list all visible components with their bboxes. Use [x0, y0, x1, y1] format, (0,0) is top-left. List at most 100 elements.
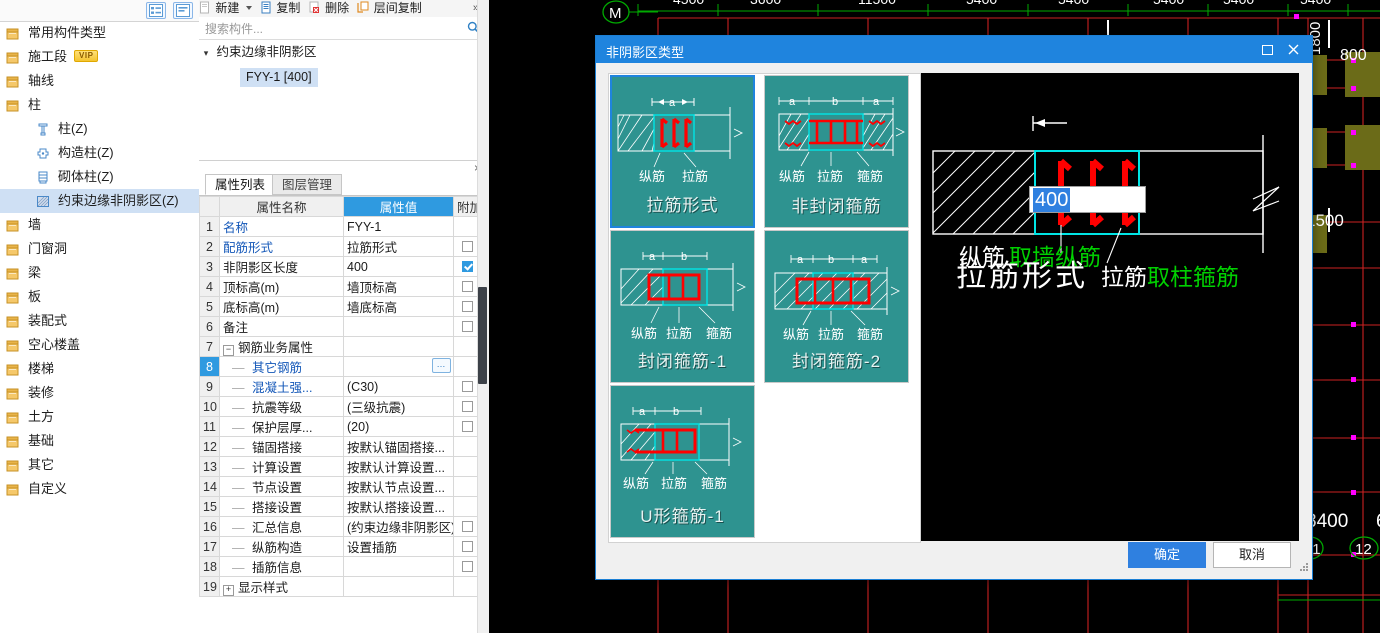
sidebar-item-17[interactable]: 基础 — [0, 429, 199, 453]
table-row[interactable]: 7− 钢筋业务属性 — [199, 336, 481, 357]
property-scrollbar-thumb[interactable] — [478, 287, 487, 384]
tile-fengbi-guijin-2[interactable]: a b a 纵筋 拉筋 箍筋 封闭箍筋-2 — [764, 230, 909, 383]
inter-floor-copy-button[interactable]: 层间复制 — [357, 0, 422, 17]
ok-button[interactable]: 确定 — [1128, 542, 1206, 568]
list-view-icon[interactable] — [146, 2, 166, 19]
sidebar-item-12[interactable]: 装配式 — [0, 309, 199, 333]
table-row[interactable]: 5 底标高(m) 墙底标高 — [199, 296, 481, 317]
component-group-row[interactable]: ▾ 约束边缘非阴影区 — [199, 40, 488, 65]
checkbox-unchecked[interactable] — [462, 561, 473, 572]
row-toggle-icon[interactable]: + — [223, 585, 234, 596]
property-value-cell[interactable]: 墙顶标高 — [343, 276, 454, 297]
sidebar-item-11[interactable]: 板 — [0, 285, 199, 309]
dialog-title-bar[interactable]: 非阴影区类型 — [596, 36, 1312, 63]
property-value-cell[interactable]: (20) — [343, 416, 454, 437]
property-value-cell[interactable]: 拉筋形式 — [343, 236, 454, 257]
table-row[interactable]: 8— 其它钢筋… — [199, 356, 481, 377]
table-row[interactable]: 1 名称 FYY-1 — [199, 216, 481, 237]
sidebar-item-2[interactable]: 轴线 — [0, 69, 199, 93]
sidebar-item-4[interactable]: 柱(Z) — [0, 117, 199, 141]
checkbox-unchecked[interactable] — [462, 301, 473, 312]
component-item-row[interactable]: FYY-1 [400] — [199, 65, 488, 90]
property-value-cell[interactable]: 按默认计算设置... — [343, 456, 454, 477]
checkbox-unchecked[interactable] — [462, 321, 473, 332]
checkbox-unchecked[interactable] — [462, 241, 473, 252]
property-value-cell[interactable] — [343, 556, 454, 577]
sidebar-item-0[interactable]: 常用构件类型 — [0, 21, 199, 45]
checkbox-unchecked[interactable] — [462, 381, 473, 392]
table-row[interactable]: 10— 抗震等级 (三级抗震) — [199, 396, 481, 417]
new-button[interactable]: 新建 — [199, 0, 252, 17]
table-row[interactable]: 14— 节点设置 按默认节点设置... — [199, 476, 481, 497]
sidebar-item-15[interactable]: 装修 — [0, 381, 199, 405]
table-row[interactable]: 2 配筋形式 拉筋形式 — [199, 236, 481, 257]
sidebar-item-3[interactable]: 柱 — [0, 93, 199, 117]
close-icon[interactable] — [1282, 41, 1304, 58]
type-tile-list[interactable]: a 纵筋 拉筋 拉筋形式 a b a 纵筋 拉筋 箍筋 非封闭箍筋 a b 纵筋… — [608, 73, 921, 543]
property-value-cell[interactable]: (C30) — [343, 376, 454, 397]
length-input[interactable]: 400 — [1029, 186, 1146, 213]
chevron-down-icon[interactable] — [245, 6, 252, 10]
property-value-cell[interactable] — [343, 576, 454, 597]
cancel-button[interactable]: 取消 — [1213, 542, 1291, 568]
checkbox-unchecked[interactable] — [462, 281, 473, 292]
component-tree[interactable]: ▾ 约束边缘非阴影区 FYY-1 [400] — [199, 40, 488, 160]
property-value-cell[interactable]: 按默认节点设置... — [343, 476, 454, 497]
sidebar-item-7[interactable]: 约束边缘非阴影区(Z) — [0, 189, 199, 213]
sidebar-item-16[interactable]: 土方 — [0, 405, 199, 429]
property-value-cell[interactable]: (三级抗震) — [343, 396, 454, 417]
row-toggle-icon[interactable]: − — [223, 345, 234, 356]
property-value-cell[interactable]: 墙底标高 — [343, 296, 454, 317]
property-value-cell[interactable]: FYY-1 — [343, 216, 454, 237]
property-tabs[interactable]: 属性列表 图层管理 — [199, 174, 488, 196]
checkbox-unchecked[interactable] — [462, 541, 473, 552]
property-value-cell[interactable]: 400 — [343, 256, 454, 277]
sidebar-item-1[interactable]: 施工段 VIP — [0, 45, 199, 69]
tile-uxing-guijin-1[interactable]: a b 纵筋 拉筋 箍筋 U形箍筋-1 — [610, 385, 755, 538]
sidebar-item-14[interactable]: 楼梯 — [0, 357, 199, 381]
checkbox-unchecked[interactable] — [462, 521, 473, 532]
maximize-icon[interactable] — [1256, 41, 1278, 58]
property-value-cell[interactable]: 按默认搭接设置... — [343, 496, 454, 517]
table-row[interactable]: 3 非阴影区长度 400 — [199, 256, 481, 277]
table-row[interactable]: 4 顶标高(m) 墙顶标高 — [199, 276, 481, 297]
sidebar-item-8[interactable]: 墙 — [0, 213, 199, 237]
type-preview-canvas[interactable]: 纵筋 取墙纵筋 拉筋 取柱箍筋 拉筋形式 — [921, 73, 1299, 541]
sidebar-item-19[interactable]: 自定义 — [0, 477, 199, 501]
property-value-cell[interactable]: (约束边缘非阴影区) — [343, 516, 454, 537]
navigator-tree[interactable]: 常用构件类型 施工段 VIP 轴线柱柱(Z) 构造柱(Z) 砌体柱(Z) 约束边缘非阴影区(… — [0, 21, 199, 501]
property-value-cell[interactable] — [343, 336, 454, 357]
table-row[interactable]: 11— 保护层厚... (20) — [199, 416, 481, 437]
tile-feifengbi-guijin[interactable]: a b a 纵筋 拉筋 箍筋 非封闭箍筋 — [764, 75, 909, 228]
ellipsis-button[interactable]: … — [432, 358, 451, 373]
sidebar-item-5[interactable]: 构造柱(Z) — [0, 141, 199, 165]
property-value-cell[interactable]: 设置插筋 — [343, 536, 454, 557]
table-row[interactable]: 13— 计算设置 按默认计算设置... — [199, 456, 481, 477]
sidebar-item-9[interactable]: 门窗洞 — [0, 237, 199, 261]
sidebar-item-10[interactable]: 梁 — [0, 261, 199, 285]
table-row[interactable]: 16— 汇总信息 (约束边缘非阴影区) — [199, 516, 481, 537]
resize-grip[interactable] — [1299, 562, 1309, 572]
property-value-cell[interactable]: … — [343, 356, 454, 377]
property-grid[interactable]: 属性名称 属性值 附加 1 名称 FYY-1 2 配筋形式 拉筋形式 3 非阴影区长度 400 4… — [199, 196, 481, 633]
table-row[interactable]: 9— 混凝土强... (C30) — [199, 376, 481, 397]
detail-view-icon[interactable] — [173, 2, 193, 19]
table-row[interactable]: 19 + 显示样式 — [199, 576, 481, 597]
checkbox-checked[interactable] — [462, 261, 473, 272]
property-value-cell[interactable] — [343, 316, 454, 337]
tab-layer-management[interactable]: 图层管理 — [272, 174, 343, 195]
tile-lajin-xingshi[interactable]: a 纵筋 拉筋 拉筋形式 — [610, 75, 755, 228]
sidebar-item-13[interactable]: 空心楼盖 — [0, 333, 199, 357]
sidebar-item-6[interactable]: 砌体柱(Z) — [0, 165, 199, 189]
sidebar-item-18[interactable]: 其它 — [0, 453, 199, 477]
tab-property-list[interactable]: 属性列表 — [205, 174, 276, 195]
table-row[interactable]: 12— 锚固搭接 按默认锚固搭接... — [199, 436, 481, 457]
table-row[interactable]: 15— 搭接设置 按默认搭接设置... — [199, 496, 481, 517]
tile-fengbi-guijin-1[interactable]: a b 纵筋 拉筋 箍筋 封闭箍筋-1 — [610, 230, 755, 383]
search-input[interactable] — [203, 19, 457, 38]
table-row[interactable]: 17— 纵筋构造 设置插筋 — [199, 536, 481, 557]
delete-button[interactable]: 删除 — [309, 0, 349, 17]
property-value-cell[interactable]: 按默认锚固搭接... — [343, 436, 454, 457]
checkbox-unchecked[interactable] — [462, 421, 473, 432]
table-row[interactable]: 18— 插筋信息 — [199, 556, 481, 577]
